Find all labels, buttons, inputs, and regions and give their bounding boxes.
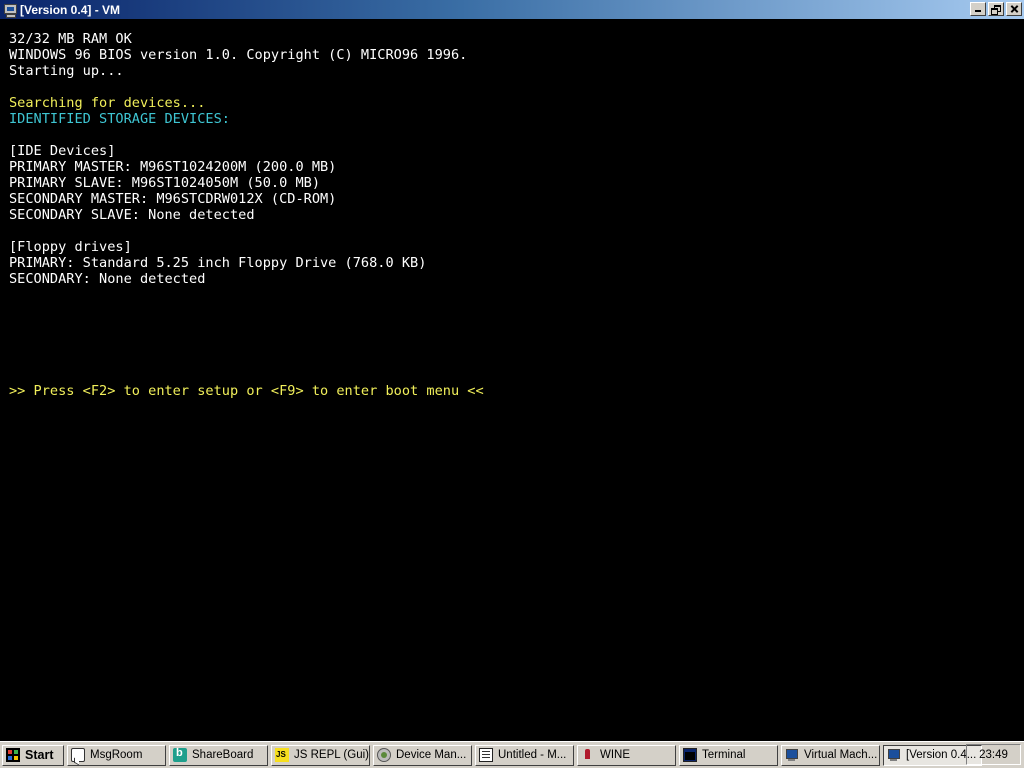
boot-output: 32/32 MB RAM OK WINDOWS 96 BIOS version 1… (9, 31, 484, 399)
console-blank-line (9, 351, 484, 367)
taskbar-button-label: ShareBoard (192, 749, 254, 761)
start-label: Start (25, 748, 54, 762)
console-line: [Floppy drives] (9, 239, 132, 255)
clock[interactable]: 23:49 (979, 749, 1008, 761)
console-line: SECONDARY: None detected (9, 271, 206, 287)
taskbar-button[interactable]: Terminal (679, 744, 778, 766)
js-repl-icon (275, 748, 289, 762)
taskbar-button[interactable]: Untitled - M... (475, 744, 574, 766)
console-blank-line (9, 127, 484, 143)
taskbar: Start MsgRoom ShareBoard JS REPL (Gui) Devi… (0, 741, 1024, 768)
console-line: IDENTIFIED STORAGE DEVICES: (9, 111, 230, 127)
taskbar-button-label: MsgRoom (90, 749, 143, 761)
vm-window-icon (887, 748, 901, 762)
taskbar-button[interactable]: MsgRoom (67, 744, 166, 766)
console-line: >> Press <F2> to enter setup or <F9> to … (9, 383, 484, 399)
console-line: WINDOWS 96 BIOS version 1.0. Copyright (… (9, 47, 468, 63)
msgroom-icon (71, 748, 85, 762)
taskbar-button[interactable]: WINE (577, 744, 676, 766)
taskbar-button[interactable]: Device Man... (373, 744, 472, 766)
start-logo-icon (6, 748, 20, 762)
console-line: SECONDARY MASTER: M96STCDRW012X (CD-ROM) (9, 191, 337, 207)
taskbar-button[interactable]: ShareBoard (169, 744, 268, 766)
console-blank-line (9, 303, 484, 319)
console-blank-line (9, 319, 484, 335)
taskbar-button-label: JS REPL (Gui) (294, 749, 369, 761)
taskbar-button-label: WINE (600, 749, 631, 761)
console-line: PRIMARY MASTER: M96ST1024200M (200.0 MB) (9, 159, 337, 175)
console-line: [IDE Devices] (9, 143, 116, 159)
console-line: 32/32 MB RAM OK (9, 31, 132, 47)
terminal-icon (683, 748, 697, 762)
taskbar-button-label: Device Man... (396, 749, 467, 761)
console-blank-line (9, 223, 484, 239)
console-blank-line (9, 79, 484, 95)
start-button[interactable]: Start (2, 744, 64, 766)
console-line: Searching for devices... (9, 95, 206, 111)
title-bar[interactable]: [Version 0.4] - VM (0, 0, 1024, 19)
virtual-machine-icon (785, 748, 799, 762)
console-line: Starting up... (9, 63, 124, 79)
minimize-button[interactable] (970, 2, 986, 16)
console-blank-line (9, 335, 484, 351)
taskbar-button[interactable]: Virtual Mach... (781, 744, 880, 766)
system-tray: 23:49 (966, 744, 1021, 765)
wine-icon (581, 748, 595, 762)
taskbar-button[interactable]: JS REPL (Gui) (271, 744, 370, 766)
console-line: PRIMARY: Standard 5.25 inch Floppy Drive… (9, 255, 427, 271)
notepad-icon (479, 748, 493, 762)
console-line: SECONDARY SLAVE: None detected (9, 207, 255, 223)
device-manager-icon (377, 748, 391, 762)
taskbar-button-label: Virtual Mach... (804, 749, 878, 761)
vm-console-screen[interactable]: 32/32 MB RAM OK WINDOWS 96 BIOS version 1… (0, 19, 1024, 741)
window-controls (968, 2, 1022, 16)
close-button[interactable] (1006, 2, 1022, 16)
console-blank-line (9, 287, 484, 303)
window-title: [Version 0.4] - VM (20, 2, 121, 17)
taskbar-button-label: Untitled - M... (498, 749, 567, 761)
restore-button[interactable] (988, 2, 1004, 16)
task-button-list: MsgRoom ShareBoard JS REPL (Gui) Device Man… (64, 744, 982, 766)
shareboard-icon (173, 747, 187, 762)
vm-monitor-icon[interactable] (3, 3, 17, 18)
taskbar-button-label: Terminal (702, 749, 746, 761)
console-line: PRIMARY SLAVE: M96ST1024050M (50.0 MB) (9, 175, 320, 191)
console-blank-line (9, 367, 484, 383)
